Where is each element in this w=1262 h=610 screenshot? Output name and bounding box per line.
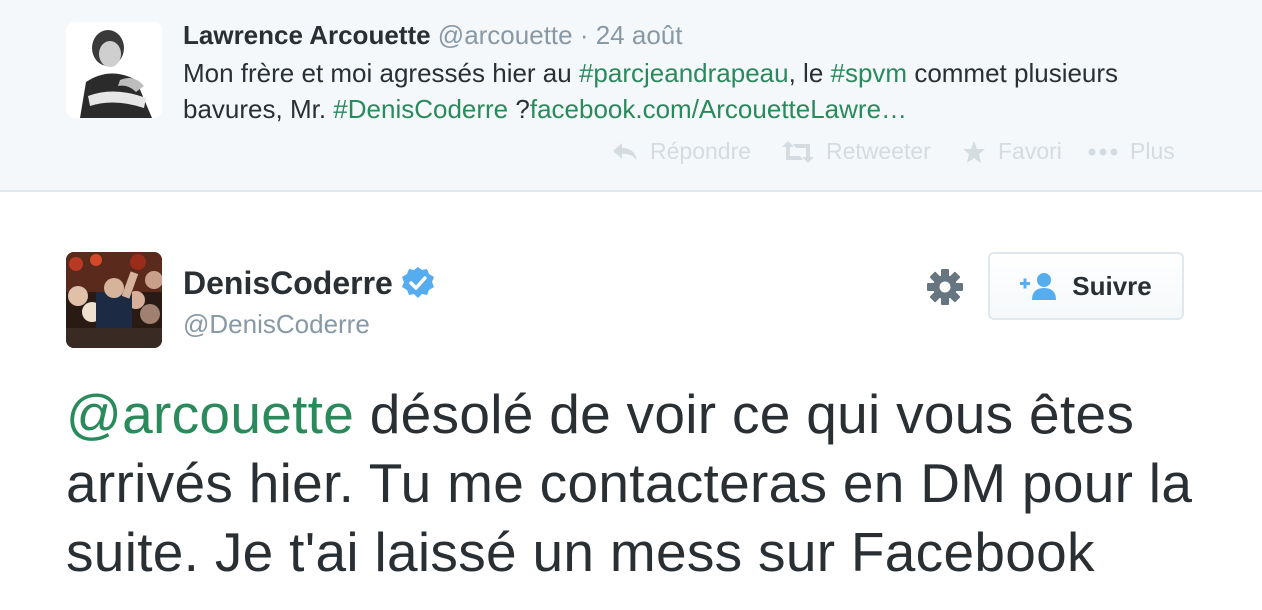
verified-badge-icon bbox=[401, 267, 434, 298]
settings-button[interactable] bbox=[925, 267, 965, 307]
more-button[interactable]: Plus bbox=[1088, 138, 1175, 165]
main-author-handle[interactable]: @DenisCoderre bbox=[183, 307, 370, 341]
hashtag-link[interactable]: #DenisCoderre bbox=[333, 94, 508, 124]
more-label: Plus bbox=[1130, 138, 1175, 164]
external-link[interactable]: facebook.com/ArcouetteLawre… bbox=[530, 94, 907, 124]
parent-author-handle[interactable]: @arcouette bbox=[438, 20, 573, 50]
add-user-icon bbox=[1020, 273, 1057, 300]
parent-tweet[interactable]: Lawrence Arcouette @arcouette · 24 août … bbox=[0, 0, 1262, 192]
follow-label: Suivre bbox=[1072, 270, 1152, 301]
main-author-line: DenisCoderre bbox=[183, 262, 435, 304]
favorite-label: Favori bbox=[998, 138, 1062, 164]
tweet-text-segment: Mon frère et moi agressés hier au bbox=[183, 58, 579, 88]
tweet-actions: Répondre Retweeter Favori Plus bbox=[612, 138, 1212, 170]
parent-tweet-date[interactable]: 24 août bbox=[596, 20, 683, 50]
retweet-label: Retweeter bbox=[826, 138, 931, 164]
favorite-button[interactable]: Favori bbox=[962, 138, 1062, 165]
retweet-icon bbox=[782, 140, 814, 163]
tweet-text-segment: , le bbox=[788, 58, 831, 88]
hashtag-link[interactable]: #spvm bbox=[831, 58, 908, 88]
main-tweet-text: @arcouette désolé de voir ce qui vous êt… bbox=[66, 380, 1216, 587]
parent-author-avatar[interactable] bbox=[66, 22, 162, 118]
reply-arrow-icon bbox=[613, 142, 637, 161]
tweet-text-segment: ? bbox=[508, 94, 530, 124]
main-author-avatar[interactable] bbox=[66, 252, 162, 348]
gear-icon bbox=[927, 269, 963, 305]
hashtag-link[interactable]: #parcjeandrapeau bbox=[579, 58, 789, 88]
parent-author-line: Lawrence Arcouette @arcouette · 24 août bbox=[183, 18, 682, 52]
follow-button[interactable]: Suivre bbox=[988, 252, 1184, 320]
mention-link[interactable]: @arcouette bbox=[66, 383, 354, 445]
reply-button[interactable]: Répondre bbox=[612, 138, 751, 165]
reply-label: Répondre bbox=[650, 138, 752, 164]
parent-author-name[interactable]: Lawrence Arcouette bbox=[183, 20, 431, 50]
meta-separator: · bbox=[572, 20, 596, 50]
main-author-name[interactable]: DenisCoderre bbox=[183, 262, 393, 304]
retweet-button[interactable]: Retweeter bbox=[782, 138, 931, 165]
ellipsis-icon bbox=[1088, 148, 1118, 155]
star-icon bbox=[963, 140, 985, 163]
parent-tweet-text: Mon frère et moi agressés hier au #parcj… bbox=[183, 55, 1143, 127]
